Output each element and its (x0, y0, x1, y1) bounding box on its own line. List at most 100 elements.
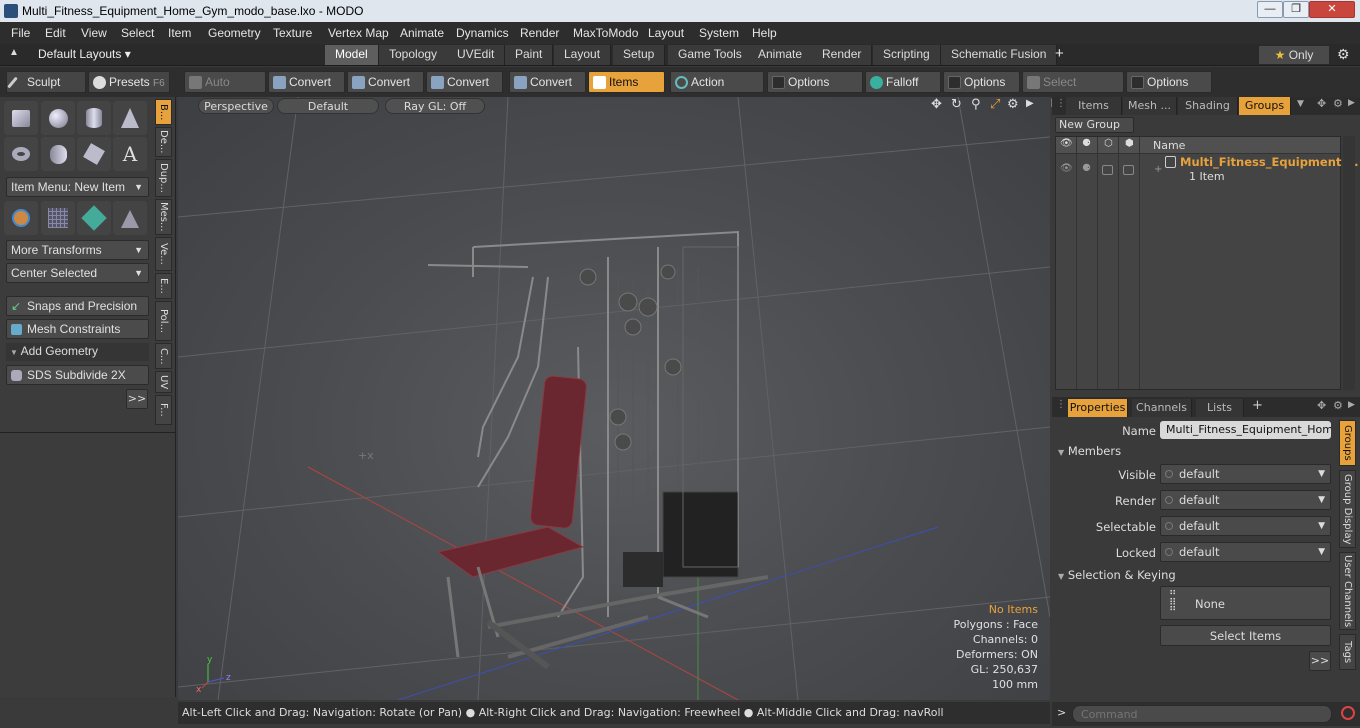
command-input[interactable] (1072, 705, 1332, 723)
new-group-button[interactable]: New Group (1055, 117, 1134, 133)
sds-subdivide-button[interactable]: SDS Subdivide 2X (6, 365, 149, 385)
vtab-mesh[interactable]: Mes... (155, 199, 172, 235)
viewport-menu-icon[interactable]: ▶ (1026, 98, 1034, 109)
props-expand-icon[interactable]: ✥ (1317, 399, 1326, 412)
sphere-icon[interactable] (41, 101, 75, 135)
cylinder-icon[interactable] (77, 101, 111, 135)
shading-dropdown[interactable]: Default (277, 98, 379, 114)
capsule-icon[interactable] (41, 137, 75, 171)
tab-uvedit[interactable]: UVEdit (447, 45, 506, 65)
menu-geometry[interactable]: Geometry (208, 26, 261, 40)
vtab-fusion[interactable]: F... (155, 395, 172, 425)
layout-up-icon[interactable]: ▲ (9, 47, 19, 58)
menu-animate[interactable]: Animate (400, 26, 444, 40)
list-scrollbar[interactable] (1343, 136, 1355, 390)
snaps-precision-button[interactable]: ↙ Snaps and Precision (6, 296, 149, 316)
gear-icon[interactable]: ⚙ (1337, 46, 1350, 63)
render-dropdown[interactable]: default ▼ (1160, 490, 1331, 510)
tab-layout[interactable]: Layout (554, 45, 612, 65)
group-row[interactable]: 👁 ⚈ + Multi_Fitness_Equipment ... 1 Item (1056, 155, 1359, 185)
options-button-2[interactable]: Options (943, 71, 1020, 93)
menu-dynamics[interactable]: Dynamics (456, 26, 509, 40)
tab-render[interactable]: Render (812, 45, 873, 65)
menu-view[interactable]: View (81, 26, 107, 40)
name-field[interactable]: Multi_Fitness_Equipment_Home_G (1160, 421, 1331, 439)
falloff-button[interactable]: Falloff (865, 71, 941, 93)
tab-topology[interactable]: Topology (379, 45, 449, 65)
menu-select[interactable]: Select (121, 26, 154, 40)
grid-icon[interactable] (41, 201, 75, 235)
menu-maxtomodo[interactable]: MaxToModo (573, 26, 638, 40)
fit-icon[interactable]: ⤢ (990, 97, 1000, 112)
tab-groups[interactable]: Groups (1239, 97, 1291, 115)
members-section-header[interactable]: ▼ Members (1058, 444, 1121, 460)
maximize-button[interactable]: ❐ (1283, 1, 1309, 18)
row-lock-checkbox[interactable] (1123, 165, 1134, 175)
item-menu-dropdown[interactable]: Item Menu: New Item ▼ (6, 177, 149, 197)
viewport-settings-icon[interactable]: ⚙ (1007, 97, 1019, 112)
row-render-icon[interactable]: ⚈ (1082, 163, 1091, 174)
select-items-button[interactable]: Select Items (1160, 625, 1331, 646)
menu-render[interactable]: Render (520, 26, 559, 40)
vtab-duplicate[interactable]: Dup... (155, 159, 172, 197)
convert-button-3[interactable]: Convert (426, 71, 503, 93)
text-tool-icon[interactable]: A (113, 137, 147, 171)
menu-help[interactable]: Help (752, 26, 777, 40)
tab-paint[interactable]: Paint (505, 45, 554, 65)
pan-icon[interactable]: ✥ (931, 97, 942, 112)
tabs-menu-icon[interactable]: ▼ (1297, 99, 1304, 109)
props-more-button[interactable]: >> (1309, 651, 1331, 671)
close-button[interactable]: ✕ (1309, 1, 1355, 18)
torus-icon[interactable] (4, 137, 38, 171)
cone-icon[interactable] (113, 101, 147, 135)
tab-properties[interactable]: Properties (1068, 399, 1128, 417)
vtab-vertex[interactable]: Ve... (155, 237, 172, 271)
tab-game-tools[interactable]: Game Tools (668, 45, 753, 65)
more-transforms-dropdown[interactable]: More Transforms ▼ (6, 240, 149, 260)
row-visibility-icon[interactable]: 👁 (1060, 163, 1073, 174)
vtab-curve[interactable]: C... (155, 343, 172, 369)
zoom-icon[interactable]: ⚲ (971, 97, 981, 112)
vtab-basic[interactable]: B... (155, 99, 172, 125)
vtab-groups[interactable]: Groups (1339, 420, 1356, 466)
selection-keying-section-header[interactable]: ▼ Selection & Keying (1058, 568, 1176, 584)
panel-arrow-icon[interactable]: ▶ (1348, 98, 1355, 108)
presets-button[interactable]: Presets F6 (88, 71, 170, 93)
add-tab-icon[interactable]: + (1055, 45, 1064, 62)
tab-channels[interactable]: Channels (1132, 399, 1192, 417)
panel-settings-icon[interactable]: ⚙ (1333, 97, 1343, 110)
plane-icon[interactable] (113, 201, 147, 235)
transform-icon[interactable] (4, 201, 38, 235)
props-settings-icon[interactable]: ⚙ (1333, 399, 1343, 412)
menu-system[interactable]: System (699, 26, 739, 40)
menu-texture[interactable]: Texture (273, 26, 312, 40)
cube-icon[interactable] (4, 101, 38, 135)
sculpt-button[interactable]: Sculpt (6, 71, 86, 93)
expand-plus-icon[interactable]: + (1154, 164, 1162, 175)
tab-shading[interactable]: Shading (1178, 97, 1238, 115)
panel-grip-icon[interactable]: ⋮ (1056, 98, 1066, 109)
items-button[interactable]: Items (588, 71, 665, 93)
tab-items[interactable]: Items (1066, 97, 1122, 115)
add-geometry-header[interactable]: ▼ Add Geometry (6, 343, 149, 361)
minimize-button[interactable]: — (1257, 1, 1283, 18)
raygl-dropdown[interactable]: Ray GL: Off (385, 98, 485, 114)
none-button[interactable]: ⠶ ⠶ ⠿ None (1160, 586, 1331, 620)
vtab-tags[interactable]: Tags (1339, 634, 1356, 670)
expand-icon[interactable]: ✥ (1317, 97, 1326, 110)
options-button-1[interactable]: Options (767, 71, 863, 93)
menu-item[interactable]: Item (168, 26, 191, 40)
layouts-dropdown[interactable]: Default Layouts ▾ (38, 47, 131, 61)
convert-button-2[interactable]: Convert (347, 71, 424, 93)
action-center-button[interactable]: Action Center (670, 71, 764, 110)
only-toggle[interactable]: ★ Only (1258, 45, 1330, 65)
mesh-constraints-button[interactable]: Mesh Constraints (6, 319, 149, 339)
visible-dropdown[interactable]: default ▼ (1160, 464, 1331, 484)
tab-model[interactable]: Model (325, 45, 379, 65)
select-column-icon[interactable]: ⬡ (1104, 138, 1113, 149)
lock-column-icon[interactable]: ⬢ (1125, 138, 1134, 149)
tab-mesh[interactable]: Mesh ... (1123, 97, 1177, 115)
tab-lists[interactable]: Lists (1196, 399, 1244, 417)
tab-setup[interactable]: Setup (613, 45, 666, 65)
texture-icon[interactable] (77, 201, 111, 235)
